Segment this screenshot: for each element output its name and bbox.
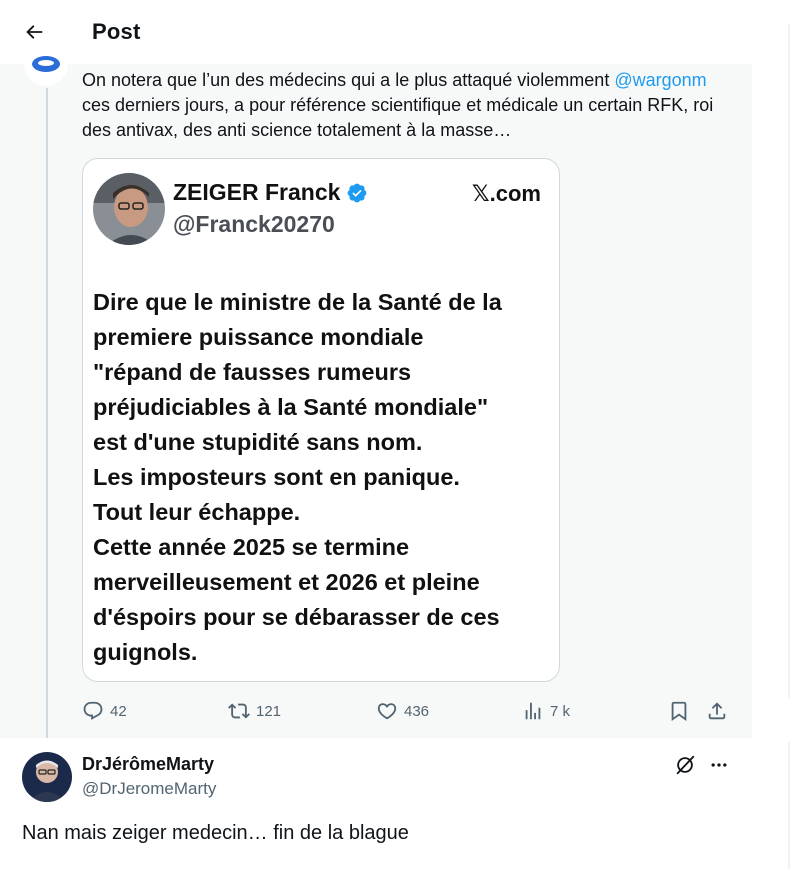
media-avatar <box>93 173 165 245</box>
reply-icon <box>83 701 103 720</box>
tweet-text-part: ces derniers jours, a pour référence sci… <box>82 95 714 140</box>
media-body-text: Dire que le ministre de la Santé de la p… <box>93 289 502 665</box>
media-author-handle: @Franck20270 <box>173 211 335 237</box>
like-count: 436 <box>404 702 430 720</box>
parent-tweet[interactable]: On notera que l’un des médecins qui a le… <box>0 56 752 738</box>
author-name[interactable]: DrJérômeMarty <box>82 754 214 775</box>
tweet-text: Nan mais zeiger medecin… fin de la blagu… <box>22 822 409 844</box>
more-options-button[interactable] <box>706 752 732 778</box>
thread-line <box>46 88 48 738</box>
reply-count: 42 <box>110 702 127 720</box>
media-name-text: ZEIGER Franck <box>173 179 341 205</box>
heart-icon <box>377 703 397 720</box>
mention-link[interactable]: @wargonm <box>614 70 706 90</box>
views-button[interactable]: 7 k <box>522 700 570 722</box>
reply-tweet[interactable]: DrJérômeMarty @DrJeromeMarty Nan mais ze… <box>0 738 752 869</box>
tweet-text-part: On notera que l’un des médecins qui a le… <box>82 70 615 90</box>
retweet-button[interactable]: 121 <box>228 700 281 722</box>
views-count: 7 k <box>550 702 571 720</box>
like-button[interactable]: 436 <box>376 700 429 722</box>
grok-button[interactable] <box>672 752 698 778</box>
bookmark-button[interactable] <box>668 700 690 722</box>
arrow-left-icon <box>26 25 43 39</box>
reply-button[interactable]: 42 <box>82 700 127 722</box>
avatar[interactable] <box>24 56 68 86</box>
header-bar: Post <box>0 0 752 64</box>
share-icon <box>708 702 726 720</box>
timeline-column: Post On notera que l’un des médecins qui… <box>0 0 752 869</box>
back-button[interactable] <box>14 12 54 52</box>
media-author-name: ZEIGER Franck <box>173 179 368 206</box>
more-dots-icon <box>711 763 727 767</box>
tweet-media-image[interactable]: ZEIGER Franck @Franck20270 𝕏.com Dire qu… <box>82 158 560 682</box>
bookmark-icon <box>671 701 687 722</box>
tweet-text: On notera que l’un des médecins qui a le… <box>82 68 732 143</box>
grok-icon <box>676 755 695 775</box>
avatar[interactable] <box>22 752 72 802</box>
right-sidebar-edge <box>752 0 790 869</box>
tweet-action-bar: 42 121 436 7 k <box>82 694 732 728</box>
x-logo-text: 𝕏.com <box>471 181 541 206</box>
analytics-icon <box>525 702 541 720</box>
share-button[interactable] <box>706 700 728 722</box>
retweet-icon <box>228 703 250 719</box>
author-handle[interactable]: @DrJeromeMarty <box>82 779 216 799</box>
verified-badge-icon <box>348 183 367 202</box>
retweet-count: 121 <box>256 702 282 720</box>
page-title: Post <box>92 19 141 44</box>
